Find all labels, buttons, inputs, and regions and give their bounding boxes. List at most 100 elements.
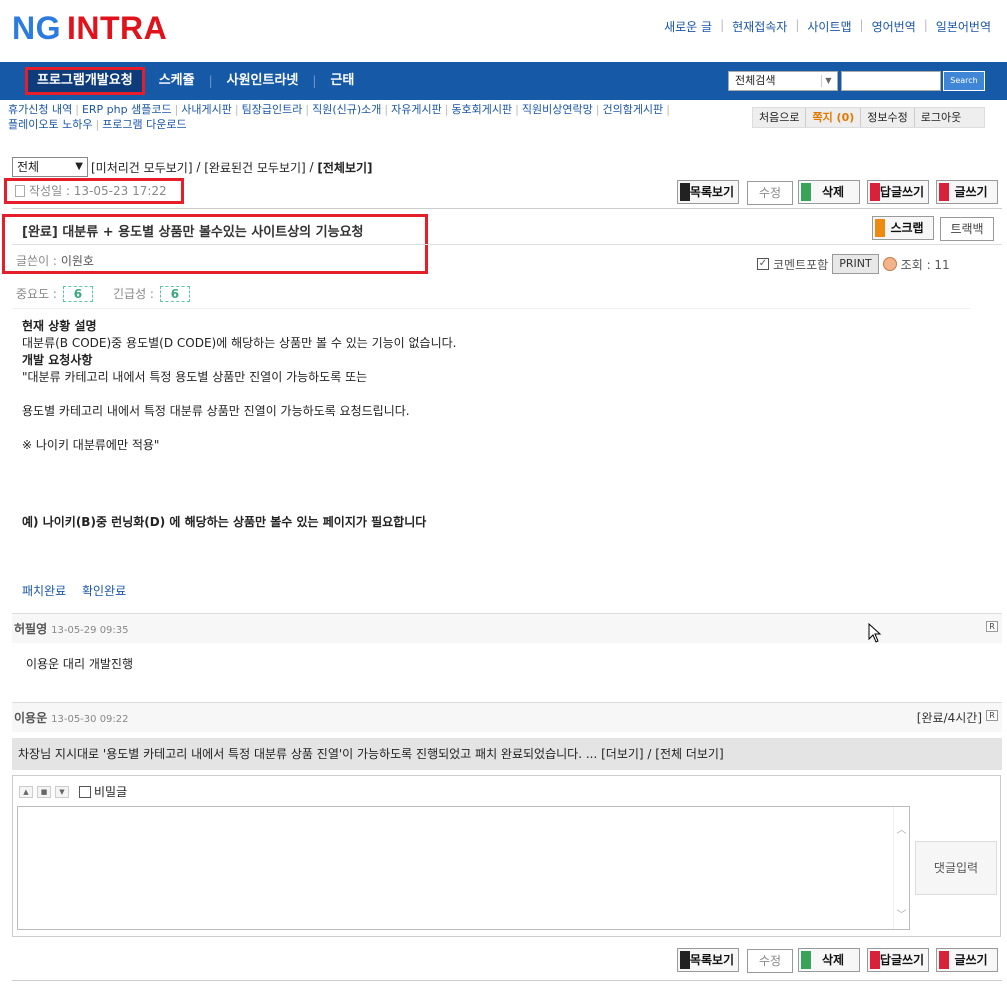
delete-icon [801, 951, 811, 969]
filter-completed[interactable]: [완료된건 모두보기] [204, 159, 306, 176]
comment-editor: ▲ ■ ▼ 비밀글 ︿ ﹀ 댓글입력 [12, 775, 1001, 937]
submenu-item[interactable]: 플레이오토 노하우 [8, 118, 92, 131]
filter-bar: 전체 ▼ [미처리건 모두보기] / [완료된건 모두보기] / [전체보기] [12, 157, 373, 177]
submenu-item[interactable]: 사내게시판 [181, 103, 232, 116]
scrap-button[interactable]: 스크랩 [872, 216, 934, 240]
scrap-icon [875, 219, 885, 237]
search-scope-select[interactable]: 전체검색 ▼ [728, 71, 838, 91]
submenu-item[interactable]: 프로그램 다운로드 [102, 118, 186, 131]
link-logout[interactable]: 로그아웃 [915, 108, 967, 127]
link-english[interactable]: 영어번역 [864, 18, 924, 35]
link-notes[interactable]: 쪽지 (0) [806, 108, 862, 127]
comment-time: 13-05-30 09:22 [51, 714, 129, 725]
confirm-complete-link[interactable]: 확인완료 [82, 584, 126, 598]
logo-intra: INTRA [67, 10, 168, 46]
delete-button[interactable]: 삭제 [798, 180, 860, 204]
submenu-item[interactable]: 팀장급인트라 [242, 103, 303, 116]
page-icon [15, 185, 25, 197]
view-count: 조회 : 11 [900, 257, 950, 272]
delete-button[interactable]: 삭제 [798, 948, 860, 972]
secret-checkbox[interactable] [79, 785, 91, 798]
trackback-button[interactable]: 트랙백 [940, 217, 994, 241]
divider [12, 980, 1002, 981]
search-input[interactable] [841, 71, 941, 91]
post-date: 작성일 : 13-05-23 17:22 [4, 178, 184, 204]
patch-complete-link[interactable]: 패치완료 [22, 584, 66, 598]
divider [12, 244, 1002, 245]
submenu-item[interactable]: 자유게시판 [391, 103, 442, 116]
list-icon [680, 183, 690, 201]
search-button[interactable]: Search [943, 71, 985, 91]
link-new-posts[interactable]: 새로운 글 [656, 18, 720, 35]
post-title: [완료] 대분류 + 용도별 상품만 볼수있는 사이트상의 기능요청 [22, 225, 364, 240]
filter-select[interactable]: 전체 ▼ [12, 157, 88, 177]
expand-up-icon[interactable]: ▲ [19, 785, 33, 798]
list-icon [680, 951, 690, 969]
comment-text: 차장님 지시대로 '용도별 카테고리 내에서 특정 대분류 상품 진열'이 가능… [12, 738, 1002, 770]
nav-intranet[interactable]: 사원인트라넷 [213, 67, 313, 95]
delete-icon [801, 183, 811, 201]
edit-button[interactable]: 수정 [747, 181, 793, 205]
comment-textarea[interactable]: ︿ ﹀ [17, 806, 910, 930]
status-links: 패치완료 확인완료 [22, 582, 138, 599]
reply-button[interactable]: 답글쓰기 [867, 948, 929, 972]
chevron-down-icon: ▼ [821, 75, 835, 87]
submenu-item[interactable]: ERP php 샘플코드 [82, 103, 172, 116]
link-home[interactable]: 처음으로 [753, 108, 807, 127]
nav-schedule[interactable]: 스케쥴 [145, 67, 209, 95]
comment-author[interactable]: 허필영 [14, 622, 47, 636]
write-button[interactable]: 글쓰기 [936, 180, 998, 204]
nav-program-dev[interactable]: 프로그램개발요청 [25, 67, 145, 95]
write-icon [939, 183, 949, 201]
submenu-item[interactable]: 동호회게시판 [451, 103, 512, 116]
reply-button[interactable]: 답글쓰기 [867, 180, 929, 204]
comment-item: 이용운 13-05-30 09:22 [완료/4시간] R 차장님 지시대로 '용도별… [12, 702, 1002, 770]
filter-all[interactable]: [전체보기] [317, 159, 372, 176]
edit-button[interactable]: 수정 [747, 949, 793, 973]
reset-size-icon[interactable]: ■ [37, 785, 51, 798]
submenu: 휴가신청 내역 | ERP php 샘플코드 | 사내게시판 | 팀장급인트라 | 직원(신규)… [8, 103, 670, 131]
list-button[interactable]: 목록보기 [677, 948, 739, 972]
divider [12, 208, 1002, 209]
comment-author[interactable]: 이용운 [14, 711, 47, 725]
top-links: 새로운 글 | 현재접속자 | 사이트맵 | 영어번역 | 일본어번역 [656, 18, 999, 35]
reply-icon [870, 183, 880, 201]
mouse-cursor-icon [868, 623, 882, 643]
site-logo[interactable]: NG INTRA [12, 10, 167, 46]
chevron-down-icon: ▼ [75, 161, 83, 172]
link-sitemap[interactable]: 사이트맵 [799, 18, 859, 35]
write-icon [939, 951, 949, 969]
reply-icon [870, 951, 880, 969]
link-current-users[interactable]: 현재접속자 [724, 18, 795, 35]
post-options: ✓ 코멘트포함 PRINT 조회 : 11 [757, 254, 950, 274]
priority-row: 중요도 : 6 긴급성 : 6 [16, 285, 210, 302]
print-button[interactable]: PRINT [832, 254, 879, 274]
submenu-item[interactable]: 휴가신청 내역 [8, 103, 72, 116]
post-writer: 글쓴이 : 이원호 [16, 254, 94, 268]
submenu-item[interactable]: 직원(신규)소개 [312, 103, 381, 116]
link-edit-profile[interactable]: 정보수정 [861, 108, 915, 127]
comment-text: 이용운 대리 개발진행 [26, 657, 133, 671]
user-box: 처음으로 쪽지 (0) 정보수정 로그아웃 [752, 107, 985, 128]
write-button[interactable]: 글쓰기 [936, 948, 998, 972]
scrollbar[interactable]: ︿ ﹀ [893, 807, 909, 929]
filter-unprocessed[interactable]: [미처리건 모두보기] [91, 159, 193, 176]
nav-attendance[interactable]: 근태 [316, 67, 368, 95]
importance-value: 6 [62, 285, 93, 302]
expand-down-icon[interactable]: ▼ [55, 785, 69, 798]
reply-icon[interactable]: R [986, 710, 998, 721]
comment-include-checkbox[interactable]: ✓ [757, 258, 769, 270]
face-icon [882, 257, 897, 271]
comment-time: 13-05-29 09:35 [51, 625, 129, 636]
link-japanese[interactable]: 일본어번역 [928, 18, 999, 35]
urgency-value: 6 [159, 285, 190, 302]
submenu-item[interactable]: 건의함게시판 [602, 103, 663, 116]
comment-submit-button[interactable]: 댓글입력 [915, 841, 997, 895]
submenu-item[interactable]: 직원비상연락망 [522, 103, 593, 116]
writer-name[interactable]: 이원호 [61, 254, 94, 268]
divider [12, 308, 970, 309]
comment-item: 허필영 13-05-29 09:35 R 이용운 대리 개발진행 [12, 613, 1002, 672]
reply-icon[interactable]: R [986, 621, 998, 632]
list-button[interactable]: 목록보기 [677, 180, 739, 204]
logo-ng: NG [12, 10, 61, 46]
